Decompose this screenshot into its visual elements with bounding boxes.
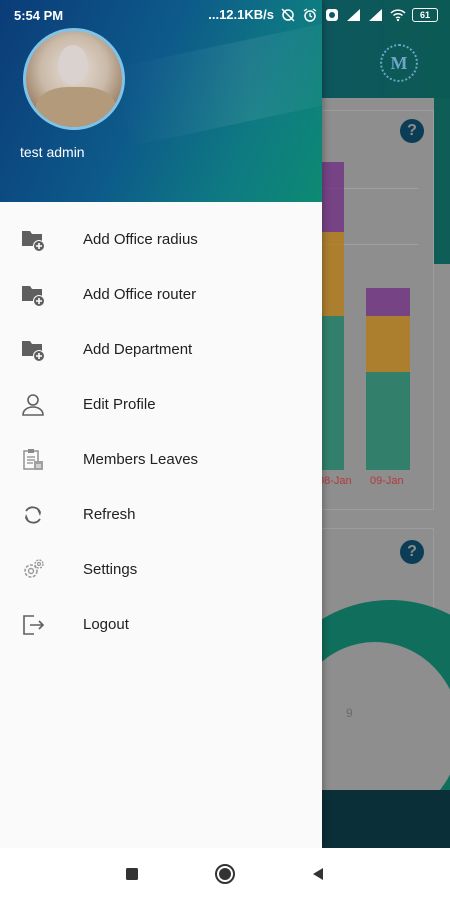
notification-icon <box>324 8 340 22</box>
menu-item-add-office-router[interactable]: Add Office router <box>0 267 322 322</box>
menu-item-edit-profile[interactable]: Edit Profile <box>0 377 322 432</box>
user-name: test admin <box>20 144 85 160</box>
network-speed: ...12.1KB/s <box>208 7 274 22</box>
status-icons: ...12.1KB/s 61 <box>208 7 438 22</box>
bar-segment <box>366 316 410 372</box>
wifi-icon <box>390 8 406 22</box>
donut-value-label: 9 <box>346 706 353 720</box>
folder-add-icon <box>20 227 46 253</box>
menu-item-label: Refresh <box>83 506 136 523</box>
menu-item-label: Settings <box>83 561 138 578</box>
system-nav-bar <box>0 848 450 900</box>
menu-item-add-department[interactable]: Add Department <box>0 322 322 377</box>
battery-icon: 61 <box>412 7 438 22</box>
bar-segment <box>366 372 410 470</box>
menu-item-label: Add Office router <box>83 286 197 303</box>
x-tick-label: 09-Jan <box>370 475 404 487</box>
menu-item-members-leaves[interactable]: Members Leaves <box>0 432 322 487</box>
back-icon <box>313 868 323 880</box>
status-bar: 5:54 PM ...12.1KB/s 61 <box>0 0 450 30</box>
avatar-body <box>36 87 116 127</box>
avatar[interactable] <box>23 28 125 130</box>
menu-item-refresh[interactable]: Refresh <box>0 487 322 542</box>
menu-item-label: Members Leaves <box>83 451 199 468</box>
menu-item-label: Add Office radius <box>83 231 198 248</box>
sync-off-icon <box>280 7 296 22</box>
bar-segment <box>366 288 410 316</box>
status-time: 5:54 PM <box>14 8 64 23</box>
home-button[interactable] <box>195 848 255 900</box>
logout-icon <box>20 612 46 638</box>
back-button[interactable] <box>288 848 348 900</box>
refresh-icon <box>20 502 46 528</box>
header-light-streak <box>114 13 322 147</box>
x-tick-label: 08-Jan <box>318 475 352 487</box>
signal-icon <box>368 8 384 22</box>
signal-icon <box>346 8 362 22</box>
help-icon[interactable]: ? <box>400 540 424 564</box>
menu-item-label: Add Department <box>83 341 193 358</box>
alarm-icon <box>302 7 318 22</box>
menu-item-logout[interactable]: Logout <box>0 597 322 652</box>
menu-item-settings[interactable]: Settings <box>0 542 322 597</box>
menu-item-add-office-radius[interactable]: Add Office radius <box>0 212 322 267</box>
recents-button[interactable] <box>102 848 162 900</box>
drawer-header: test admin <box>0 0 322 202</box>
navigation-drawer: test admin Add Office radius Add Office … <box>0 0 322 848</box>
folder-add-icon <box>20 282 46 308</box>
person-icon <box>20 392 46 418</box>
recents-icon <box>126 868 138 880</box>
folder-add-icon <box>20 337 46 363</box>
home-icon <box>215 864 235 884</box>
menu-item-label: Logout <box>83 616 129 633</box>
app-accent-strip <box>434 98 450 264</box>
gear-icon <box>20 557 46 583</box>
avatar-face <box>58 45 88 85</box>
app-logo[interactable]: M <box>380 44 418 82</box>
drawer-menu: Add Office radius Add Office router Add … <box>0 212 322 652</box>
help-icon[interactable]: ? <box>400 119 424 143</box>
clipboard-icon <box>20 447 46 473</box>
menu-item-label: Edit Profile <box>83 396 156 413</box>
